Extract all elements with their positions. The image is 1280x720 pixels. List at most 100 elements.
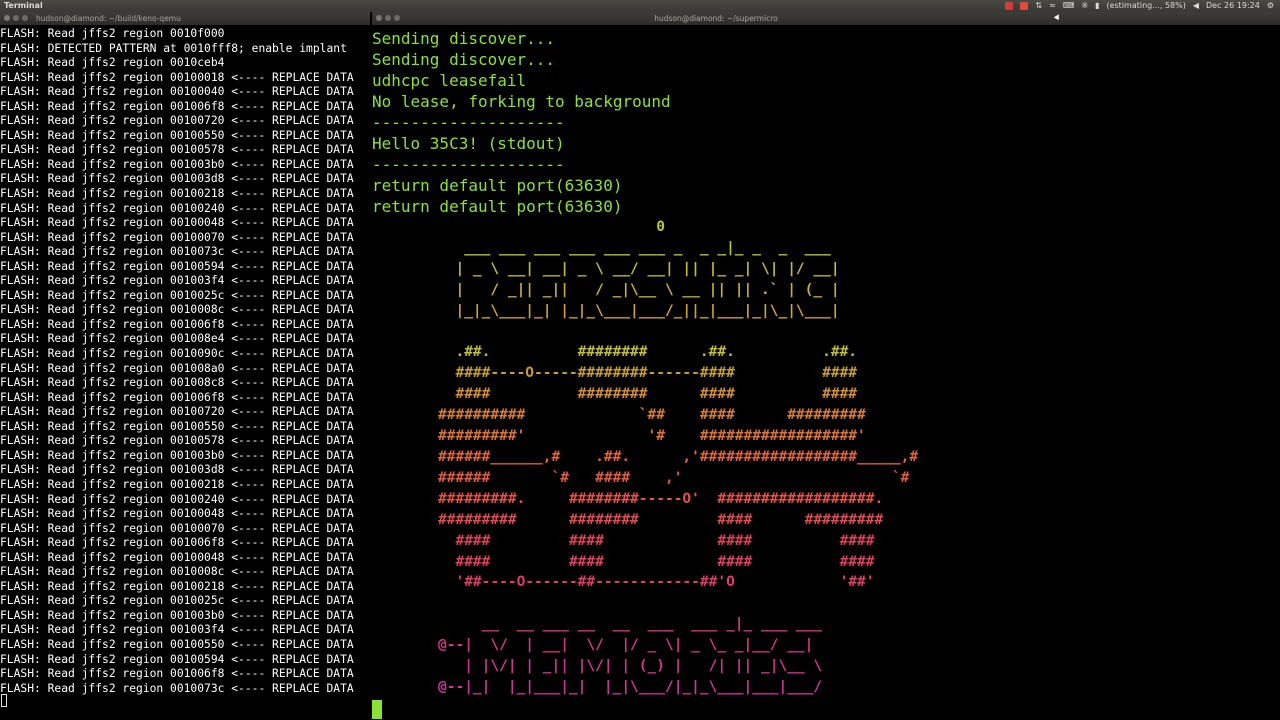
ascii-art-line: __ __ ___ __ __ ___ ___ _|_ ___ ___ [438,616,823,633]
terminal-line: -------------------- [372,113,565,132]
battery-icon[interactable]: ▮ [1095,0,1099,12]
log-line: FLASH: Read jffs2 region 0010073c <---- … [0,681,354,695]
ascii-art-line: #### #### #### #### [438,532,875,549]
log-line: FLASH: Read jffs2 region 001003f4 <---- … [0,274,354,288]
log-line: FLASH: Read jffs2 region 001006f8 <---- … [0,99,354,113]
log-line: FLASH: Read jffs2 region 0010025c <---- … [0,594,354,608]
ascii-art-line: #### #### #### #### [438,553,875,570]
maximize-button[interactable] [22,15,28,21]
keyboard-icon[interactable]: ⌨ [1063,0,1075,12]
left-terminal-cursor [1,694,7,707]
log-line: FLASH: Read jffs2 region 00100550 <---- … [0,128,354,142]
terminal-line: return default port(63630) [372,176,623,195]
log-line: FLASH: Read jffs2 region 001008a0 <---- … [0,361,354,375]
log-line: FLASH: Read jffs2 region 00100070 <---- … [0,521,354,535]
log-line: FLASH: Read jffs2 region 00100040 <---- … [0,85,354,99]
volume-icon[interactable]: ◀ [1193,0,1199,12]
network-icon[interactable]: ⇅ [1035,0,1042,12]
terminal-line: -------------------- [372,155,565,174]
right-window-titlebar[interactable]: hudson@diamond: ~/supermicro [372,12,1280,25]
minimize-button[interactable] [13,15,19,21]
log-line: FLASH: Read jffs2 region 001006f8 <---- … [0,536,354,550]
terminal-line: Sending discover... [372,50,556,69]
log-line: FLASH: Read jffs2 region 00100720 <---- … [0,114,354,128]
left-window-titlebar[interactable]: hudson@diamond: ~/build/keno-qemu [0,12,370,25]
log-line: FLASH: Read jffs2 region 001003d8 <---- … [0,172,354,186]
ascii-art-line [372,593,918,614]
log-line: FLASH: Read jffs2 region 001008e4 <---- … [0,332,354,346]
flash-log-output: FLASH: Read jffs2 region 0010f000 FLASH: … [0,27,370,696]
log-line: FLASH: Read jffs2 region 00100218 <---- … [0,579,354,593]
terminal-line: Hello 35C3! (stdout) [372,134,565,153]
log-line: FLASH: Read jffs2 region 0010ceb4 [0,56,225,70]
ascii-art-line: ########## `## #### ######### [438,407,866,424]
ascii-art-line: @--|_| |_|___|_| |_|\___/|_|_\___|___|__… [438,678,823,695]
log-line: FLASH: Read jffs2 region 00100018 <---- … [0,70,354,84]
log-line: FLASH: Read jffs2 region 00100594 <---- … [0,652,354,666]
ascii-art-line: ####----O-----########------#### #### [438,365,858,382]
log-line: FLASH: Read jffs2 region 0010073c <---- … [0,245,354,259]
log-line: FLASH: Read jffs2 region 001003b0 <---- … [0,448,354,462]
log-line: FLASH: Read jffs2 region 00100240 <---- … [0,201,354,215]
record-indicator-icon[interactable] [1005,2,1014,10]
log-line: FLASH: Read jffs2 region 00100578 <---- … [0,434,354,448]
system-tray: ⇅ ≈ ⌨ ※ ▮ (estimating..., 58%) ◀ Dec 26 … [1005,0,1274,12]
ascii-art-line: | _ \ __| __| _ \ __/ __| || |_ _| \| |/… [438,260,840,277]
ascii-art-line: | / _|| _|| / _|\__ \ __ || || .` | (_ | [438,281,840,298]
log-line: FLASH: Read jffs2 region 00100578 <---- … [0,143,354,157]
ascii-art-line: ###### `# #### ,' `# [438,469,910,486]
log-line: FLASH: Read jffs2 region 001006f8 <---- … [0,390,354,404]
log-line: FLASH: Read jffs2 region 00100720 <---- … [0,405,354,419]
ascii-art-line: ######### ######## #### ######### [438,511,884,528]
ascii-art-line: #### ######## #### #### [438,386,858,403]
terminal-output: Sending discover... Sending discover... ud… [372,28,671,217]
ascii-art-line [372,322,918,343]
stop-indicator-icon[interactable] [1020,2,1029,10]
ascii-art-line: .##. ######## .##. .##. [438,344,858,361]
active-app-name: Terminal [4,1,43,10]
log-line: FLASH: Read jffs2 region 00100048 <---- … [0,550,354,564]
clock[interactable]: Dec 26 19:24 [1206,0,1260,12]
settings-gear-icon[interactable]: ⚙ [1267,0,1274,12]
ascii-art-line: ######______,# .##. ,'##################… [438,448,919,465]
ascii-art-line: '##----O------##------------##'O '##' [438,574,875,591]
ascii-art-line: #########' '# ##################' [438,428,866,445]
close-button[interactable] [4,15,10,21]
log-line: FLASH: Read jffs2 region 00100550 <---- … [0,419,354,433]
ascii-art-line: #########. ########-----O' #############… [438,490,884,507]
ascii-art-line: 0 [438,219,665,235]
log-line: FLASH: Read jffs2 region 00100048 <---- … [0,216,354,230]
log-line: FLASH: Read jffs2 region 001003b0 <---- … [0,157,354,171]
ascii-art-line: |_|_\___|_| |_|_\___|___/_||_|___|_|\_|\… [438,302,840,319]
log-line: FLASH: Read jffs2 region 0010008c <---- … [0,303,354,317]
terminal-line: udhcpc leasefail [372,71,527,90]
log-line: FLASH: Read jffs2 region 0010090c <---- … [0,347,354,361]
log-line: FLASH: Read jffs2 region 001008c8 <---- … [0,376,354,390]
log-line: FLASH: Read jffs2 region 001003d8 <---- … [0,463,354,477]
system-top-bar: Terminal ⇅ ≈ ⌨ ※ ▮ (estimating..., 58%) … [0,0,1280,12]
log-line: FLASH: Read jffs2 region 0010008c <---- … [0,565,354,579]
ascii-art-line: @--| \/ | __| \/ |/ _ \| _ \_ _|__/ __| [438,637,814,654]
right-window-title: hudson@diamond: ~/supermicro [654,14,778,23]
left-terminal-window[interactable]: hudson@diamond: ~/build/keno-qemu FLASH:… [0,12,370,720]
log-line: FLASH: Read jffs2 region 0010025c <---- … [0,288,354,302]
log-line: FLASH: Read jffs2 region 00100218 <---- … [0,187,354,201]
log-line: FLASH: Read jffs2 region 00100070 <---- … [0,230,354,244]
ascii-art-line: ___ ___ ___ ___ ___ ___ _ _ _|_ _ _ ___ [438,239,831,256]
log-line: FLASH: Read jffs2 region 00100240 <---- … [0,492,354,506]
log-line: FLASH: Read jffs2 region 001003b0 <---- … [0,608,354,622]
left-window-title: hudson@diamond: ~/build/keno-qemu [36,14,181,23]
terminal-cursor [372,700,382,719]
bluetooth-icon[interactable]: ※ [1081,0,1088,12]
log-line: FLASH: Read jffs2 region 00100048 <---- … [0,507,354,521]
right-terminal-window[interactable]: hudson@diamond: ~/supermicro Sending dis… [372,12,1280,720]
log-line: FLASH: DETECTED PATTERN at 0010fff8; ena… [0,41,347,55]
log-line: FLASH: Read jffs2 region 001006f8 <---- … [0,667,354,681]
log-line: FLASH: Read jffs2 region 00100218 <---- … [0,477,354,491]
log-line: FLASH: Read jffs2 region 00100594 <---- … [0,259,354,273]
ascii-art-banner: 0 ___ ___ ___ ___ ___ ___ _ _ _|_ _ _ __… [372,217,918,698]
wifi-icon[interactable]: ≈ [1049,0,1056,12]
terminal-line: return default port(63630) [372,197,623,216]
log-line: FLASH: Read jffs2 region 001003f4 <---- … [0,623,354,637]
battery-status[interactable]: (estimating..., 58%) [1106,0,1185,12]
